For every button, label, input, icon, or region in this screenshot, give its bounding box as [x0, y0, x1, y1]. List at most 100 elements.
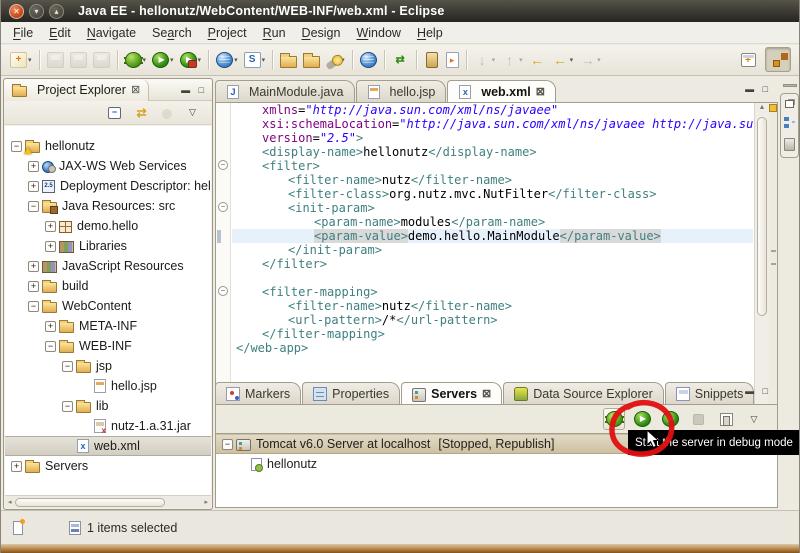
save-button[interactable] — [45, 48, 66, 72]
tree-item-servers[interactable]: +Servers — [5, 456, 211, 476]
palette-icon[interactable] — [784, 138, 795, 151]
expander-icon[interactable]: + — [11, 461, 22, 472]
tab-hello-jsp[interactable]: hello.jsp — [356, 80, 447, 102]
dropdown-icon[interactable]: ▾ — [597, 56, 601, 64]
show-annotation-button[interactable]: ▸ — [444, 48, 461, 72]
tree-item-java-resources-src[interactable]: −Java Resources: src — [5, 196, 211, 216]
menu-navigate[interactable]: Navigate — [79, 24, 144, 42]
dropdown-icon[interactable]: ▾ — [198, 56, 202, 64]
run-button[interactable]: ▶▾ — [150, 48, 176, 72]
tab-properties[interactable]: Properties — [302, 382, 400, 404]
dropdown-icon[interactable]: ▾ — [170, 56, 174, 64]
tree-item-deployment-descriptor-hellonutz[interactable]: +2.5Deployment Descriptor: hellonutz — [5, 176, 211, 196]
dropdown-icon[interactable]: ▾ — [570, 56, 574, 64]
new-wizard-button[interactable]: +▾ — [8, 48, 34, 72]
expander-icon[interactable]: + — [45, 321, 56, 332]
menu-help[interactable]: Help — [409, 24, 451, 42]
tree-item-jsp[interactable]: −jsp — [5, 356, 211, 376]
minimize-view-icon[interactable]: ▬ □ — [181, 85, 207, 95]
fast-view-toggle-icon[interactable] — [13, 521, 23, 535]
import-folder-button[interactable] — [278, 48, 299, 72]
tree-item-hellonutz[interactable]: −hellonutz — [5, 136, 211, 156]
expander-icon[interactable]: + — [28, 181, 39, 192]
menu-search[interactable]: Search — [144, 24, 200, 42]
tab-mainmodule-java[interactable]: JMainModule.java — [215, 80, 355, 102]
dropdown-icon[interactable]: ▾ — [234, 56, 238, 64]
tree-item-libraries[interactable]: +Libraries — [5, 236, 211, 256]
tree-item-demo-hello[interactable]: +demo.hello — [5, 216, 211, 236]
scroll-thumb[interactable] — [15, 498, 165, 507]
tree-item-web-inf[interactable]: −WEB-INF — [5, 336, 211, 356]
tab-servers[interactable]: Servers⊠ — [401, 382, 502, 404]
next-annotation-button[interactable]: ↓▾ — [472, 48, 498, 72]
tree-item-jax-ws-web-services[interactable]: +JAX-WS Web Services — [5, 156, 211, 176]
menu-design[interactable]: Design — [294, 24, 349, 42]
focus-button[interactable] — [160, 101, 174, 125]
outline-icon[interactable] — [784, 117, 796, 129]
previous-annotation-button[interactable]: ↑▾ — [499, 48, 525, 72]
project-explorer-tab[interactable]: Project Explorer ⊠ — [4, 79, 149, 101]
export-folder-button[interactable] — [301, 48, 322, 72]
fold-collapse-icon[interactable]: − — [218, 202, 228, 212]
menu-edit[interactable]: Edit — [41, 24, 79, 42]
expander-icon[interactable]: + — [28, 261, 39, 272]
minimize-button[interactable]: ▾ — [29, 4, 44, 19]
back-to-button[interactable]: ← — [527, 48, 548, 72]
scroll-thumb[interactable] — [757, 117, 767, 316]
close-button[interactable]: ✕ — [9, 4, 24, 19]
horizontal-scrollbar[interactable]: ◂ ▸ — [5, 495, 211, 508]
menu-window[interactable]: Window — [348, 24, 408, 42]
java-ee-wizard-button[interactable]: S▾ — [242, 48, 268, 72]
tree-item-javascript-resources[interactable]: +JavaScript Resources — [5, 256, 211, 276]
tree-item-meta-inf[interactable]: +META-INF — [5, 316, 211, 336]
close-icon[interactable]: ⊠ — [536, 85, 545, 98]
tree-item-nutz-1-a-31-jar[interactable]: nutz-1.a.31.jar — [5, 416, 211, 436]
tree-item-lib[interactable]: −lib — [5, 396, 211, 416]
expander-icon[interactable]: + — [28, 161, 39, 172]
tree-item-build[interactable]: +build — [5, 276, 211, 296]
scroll-up-icon[interactable]: ▲ — [755, 104, 769, 111]
fold-collapse-icon[interactable]: − — [218, 160, 228, 170]
close-icon[interactable]: ⊠ — [482, 387, 491, 400]
tree-item-webcontent[interactable]: −WebContent — [5, 296, 211, 316]
mark-occurrences-button[interactable] — [422, 48, 442, 72]
server-module-row[interactable]: hellonutz — [216, 454, 777, 474]
editor-minimize-maximize[interactable]: ▬ □ — [745, 84, 771, 94]
vertical-scrollbar[interactable]: ▲ ▼ — [754, 103, 769, 424]
code-editor[interactable]: xmlns="http://java.sun.com/xml/ns/javaee… — [232, 103, 753, 424]
menu-run[interactable]: Run — [255, 24, 294, 42]
run-external-button[interactable]: ▶▾ — [178, 48, 204, 72]
view-close-icon[interactable]: ⊠ — [131, 83, 140, 96]
menu-project[interactable]: Project — [200, 24, 255, 42]
expander-icon[interactable]: − — [28, 201, 39, 212]
synchronize-button[interactable]: ⇄ — [390, 48, 411, 72]
tab-markers[interactable]: Markers — [215, 382, 301, 404]
publish-server-button[interactable]: ▸ — [715, 408, 737, 430]
open-perspective-button[interactable]: + — [735, 47, 761, 72]
collapsed-view-handle[interactable] — [783, 84, 797, 87]
dropdown-icon[interactable]: ▾ — [492, 56, 496, 64]
maximize-button[interactable]: ▴ — [49, 4, 64, 19]
expander-icon[interactable]: − — [222, 439, 233, 450]
restore-view-icon[interactable] — [785, 100, 794, 108]
web-browser-button[interactable] — [358, 48, 379, 72]
dropdown-icon[interactable]: ▾ — [262, 56, 266, 64]
tab-web-xml[interactable]: xweb.xml⊠ — [447, 80, 556, 102]
fold-collapse-icon[interactable]: − — [218, 286, 228, 296]
scroll-right-icon[interactable]: ▸ — [201, 498, 211, 506]
java-ee-perspective-button[interactable] — [765, 47, 791, 72]
link-with-editor-button[interactable]: ⇄ — [131, 101, 152, 125]
forward-button[interactable]: →▾ — [577, 48, 603, 72]
stop-server-button[interactable] — [687, 408, 709, 430]
expander-icon[interactable]: + — [28, 281, 39, 292]
dropdown-icon[interactable]: ▾ — [143, 56, 147, 64]
dropdown-icon[interactable]: ▾ — [519, 56, 523, 64]
expander-icon[interactable]: − — [45, 341, 56, 352]
tree-item-web-xml[interactable]: xweb.xml — [5, 436, 211, 456]
print-button[interactable] — [91, 48, 112, 72]
collapse-all-button[interactable]: − — [106, 101, 123, 125]
servers-view-menu-button[interactable]: ▽ — [743, 408, 765, 430]
debug-button[interactable]: ▾ — [123, 48, 149, 72]
save-all-button[interactable] — [68, 48, 89, 72]
back-button[interactable]: ←▾ — [550, 48, 576, 72]
